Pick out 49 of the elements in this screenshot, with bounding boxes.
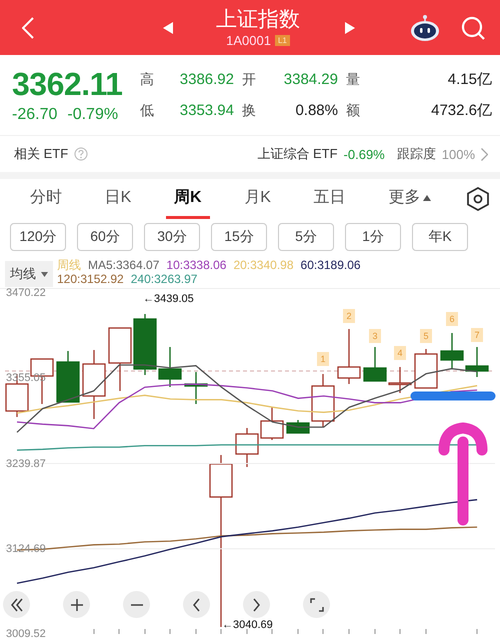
- level-badge: L1: [274, 35, 290, 46]
- period-tab[interactable]: 更多: [380, 179, 440, 219]
- stat-label: 低: [140, 102, 155, 120]
- stat-label: 高: [140, 70, 155, 88]
- moving-average-value: 60:3189.06: [300, 258, 361, 272]
- period-tab[interactable]: 五日: [306, 179, 354, 219]
- percent-change: -0.79%: [67, 106, 118, 124]
- stat-value: 3386.92: [178, 71, 235, 88]
- interval-tab[interactable]: 30分: [144, 223, 200, 251]
- page-title: 上证指数: [216, 7, 300, 31]
- interval-tab[interactable]: 120分: [10, 223, 66, 251]
- stat-value: 3384.29: [282, 71, 339, 88]
- low-price-label: ←3040.69: [222, 619, 273, 631]
- moving-average-value: 周线: [57, 258, 81, 272]
- interval-tab[interactable]: 15分: [211, 223, 267, 251]
- last-price: 3362.11: [12, 66, 124, 102]
- stat-value: 4732.6亿: [430, 101, 492, 120]
- period-tab[interactable]: 月K: [236, 179, 279, 219]
- period-tab[interactable]: 分时: [22, 179, 70, 219]
- axis-label: 3009.52: [6, 628, 46, 640]
- stat-label: 量: [346, 70, 361, 88]
- tracking-label: 跟踪度: [396, 145, 436, 163]
- moving-average-value: 20:3340.98: [233, 258, 294, 272]
- moving-average-value: 240:3263.97: [130, 272, 198, 286]
- period-tab[interactable]: 日K: [96, 179, 140, 219]
- interval-tab[interactable]: 5分: [278, 223, 334, 251]
- moving-average-value: 10:3338.06: [166, 258, 226, 272]
- stat-label: 开: [242, 70, 257, 88]
- stat-label: 额: [346, 102, 361, 120]
- interval-tab[interactable]: 60分: [77, 223, 133, 251]
- tracking-value: 100%: [442, 146, 475, 162]
- high-price-label: ←3439.05: [143, 293, 194, 305]
- stat-value: 4.15亿: [446, 70, 492, 89]
- interval-tab[interactable]: 1分: [345, 223, 401, 251]
- interval-tab[interactable]: 年K: [412, 223, 468, 251]
- stat-label: 换: [242, 102, 257, 120]
- ma-selector[interactable]: 均线: [5, 261, 53, 287]
- etf-name: 上证综合 ETF: [257, 145, 338, 163]
- stat-value: 0.88%: [294, 102, 339, 119]
- period-tab[interactable]: 周K: [166, 179, 210, 219]
- axis-label: 3470.22: [6, 287, 46, 299]
- stat-value: 3353.94: [178, 102, 235, 119]
- axis-label: 3239.87: [6, 458, 46, 470]
- price-change: -26.70: [12, 106, 58, 124]
- etf-label: 相关 ETF: [14, 145, 68, 163]
- index-code: 1A0001: [226, 33, 271, 48]
- etf-change: -0.69%: [344, 146, 385, 162]
- moving-average-value: MA5:3364.07: [88, 258, 160, 272]
- moving-average-value: 120:3152.92: [57, 272, 124, 286]
